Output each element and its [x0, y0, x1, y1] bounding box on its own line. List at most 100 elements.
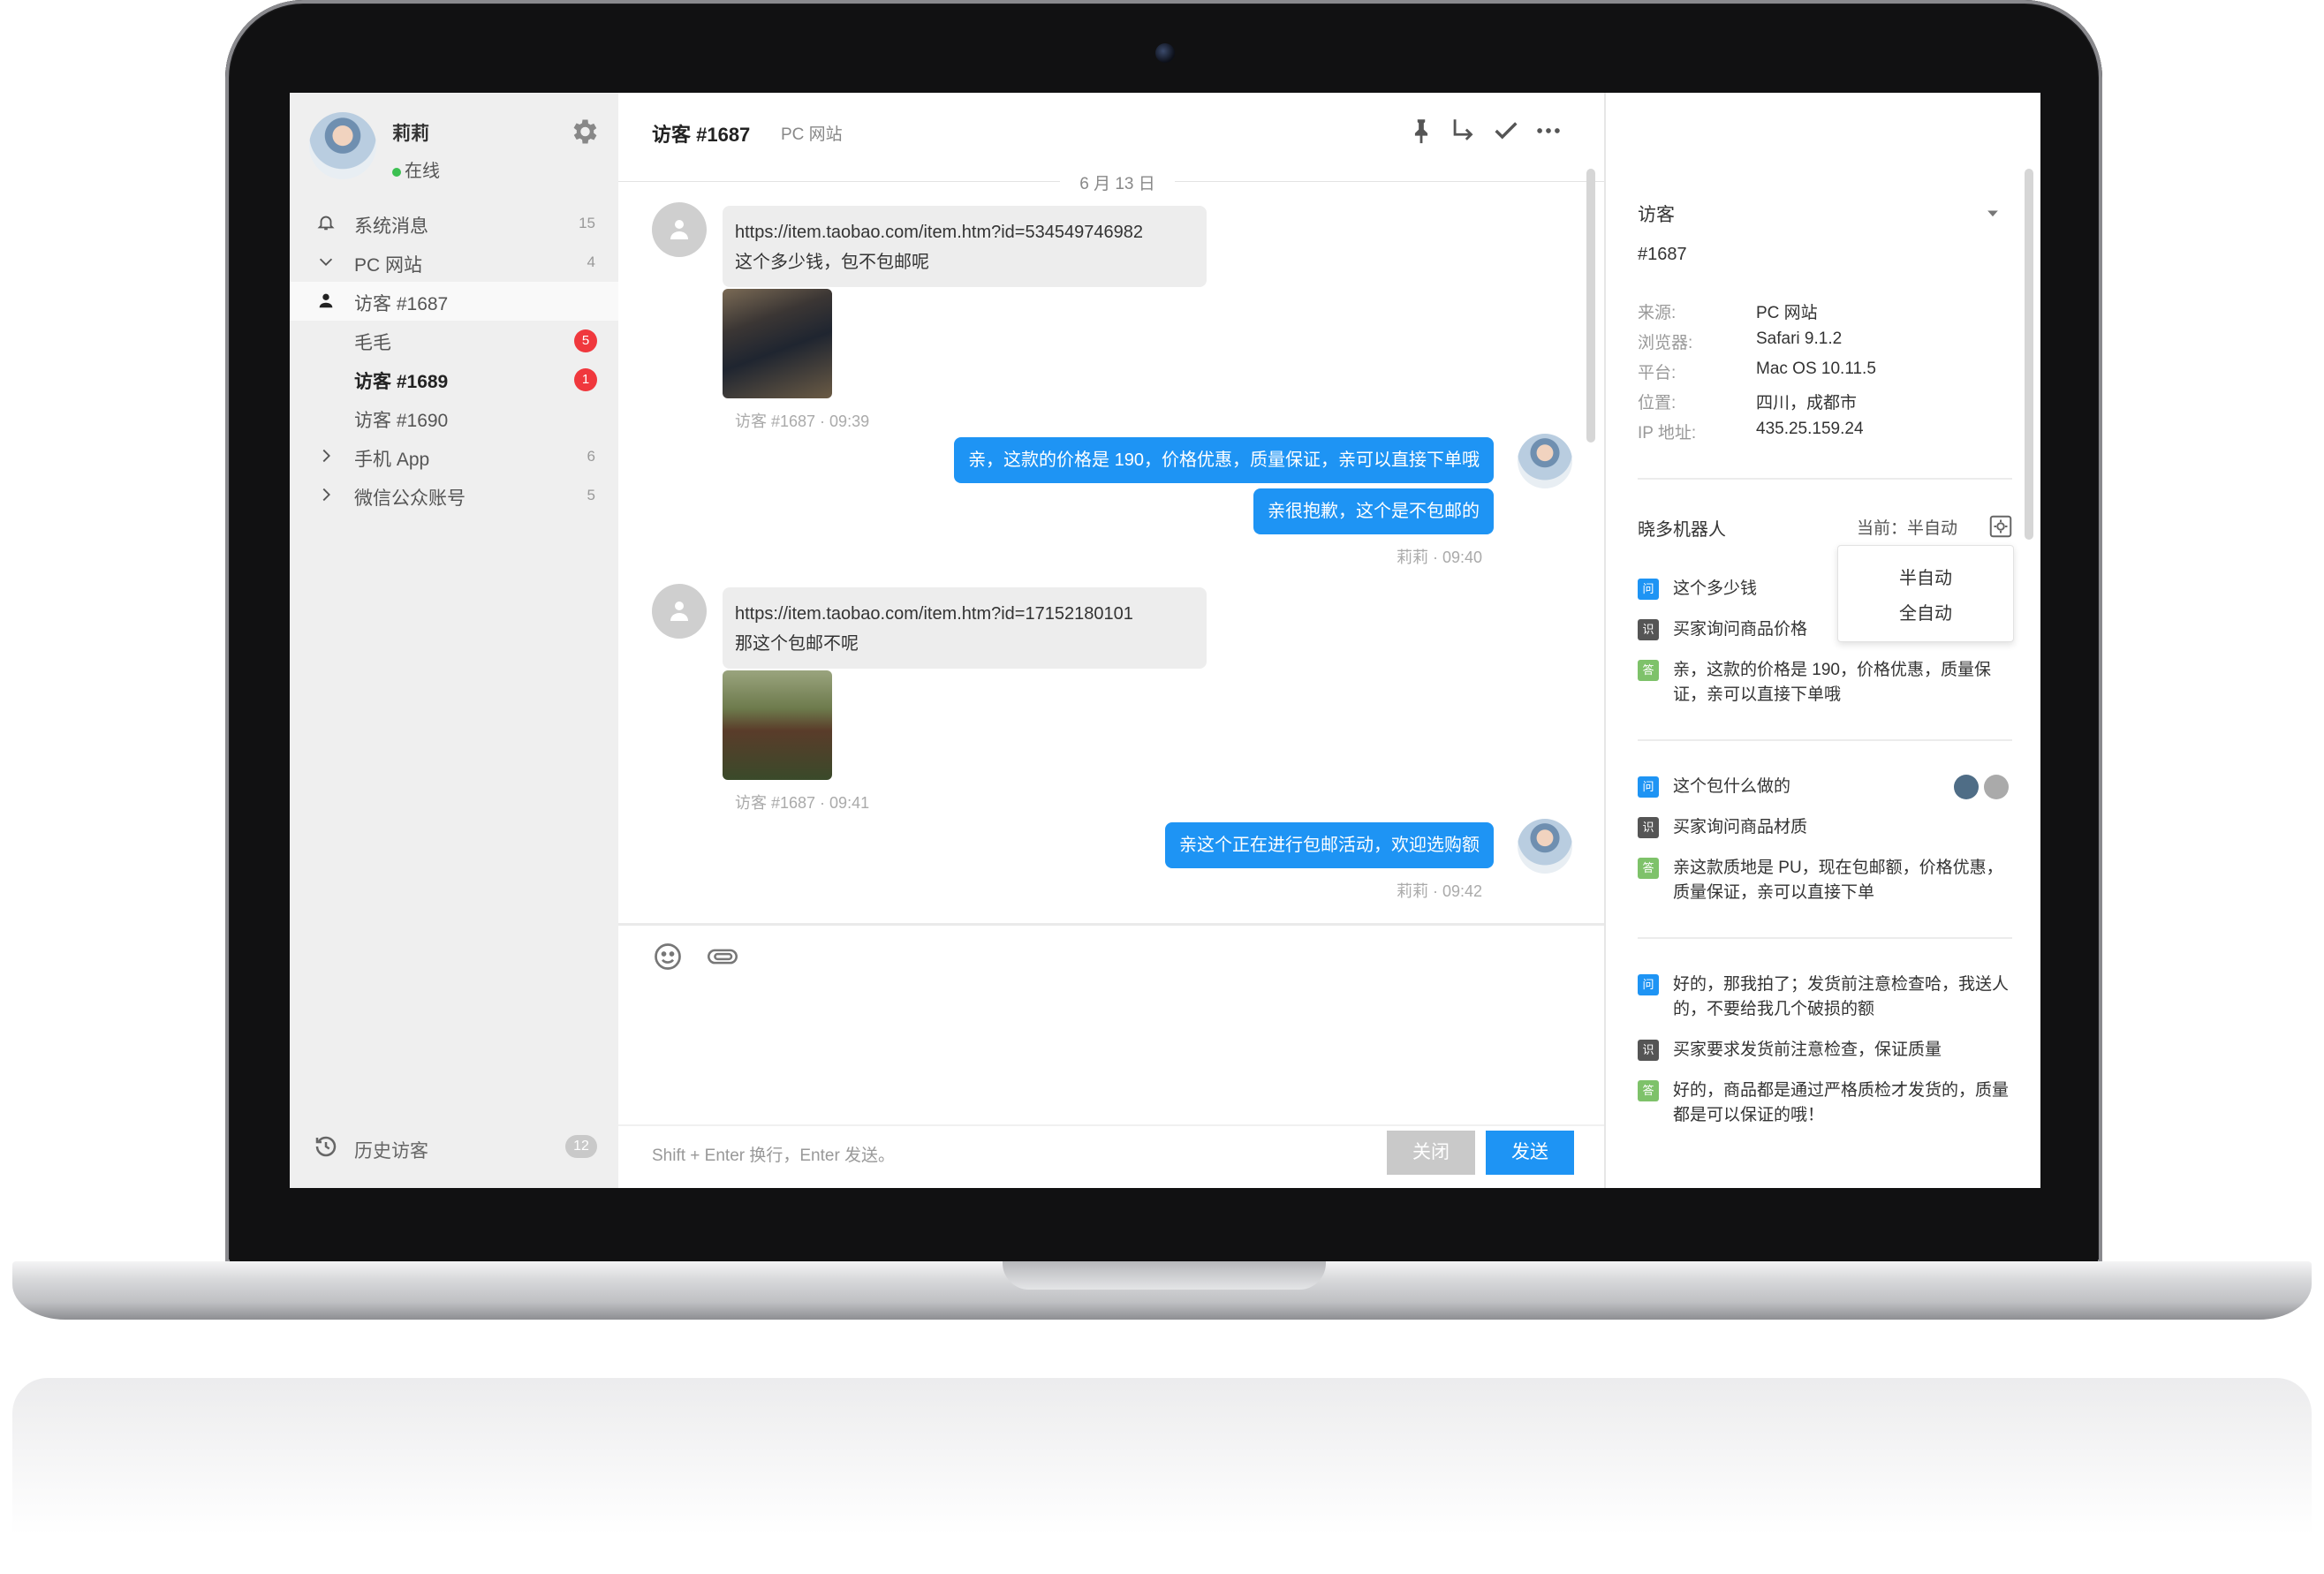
answer-tag: 答 — [1638, 660, 1659, 681]
sidebar: 莉莉 在线 系统消息 15 PC 网站 4 访客 #1687 毛毛 5 访客 #… — [290, 93, 618, 1188]
unread-badge: 1 — [574, 368, 597, 391]
question-tag: 问 — [1638, 579, 1659, 600]
message-meta: 莉莉 · 09:42 — [1396, 882, 1482, 900]
robot-title: 晓多机器人 — [1638, 520, 1726, 540]
sidebar-item-label: 毛毛 — [354, 333, 391, 353]
qa-text: 好的，商品都是通过严格质检才发货的，质量都是可以保证的哦！ — [1673, 1081, 2010, 1124]
forward-icon[interactable] — [1449, 116, 1479, 146]
sidebar-item-system-messages[interactable]: 系统消息 15 — [290, 204, 618, 243]
message-link[interactable]: https://item.taobao.com/item.htm?id=5345… — [735, 217, 1194, 247]
qa-answer[interactable]: 答 亲这款质地是 PU，现在包邮额，价格优惠，质量保证，亲可以直接下单 — [1638, 856, 2017, 905]
product-image[interactable] — [723, 670, 832, 780]
sidebar-item-visitor-1689[interactable]: 访客 #1689 1 — [290, 359, 618, 398]
mode-option-semi-auto[interactable]: 半自动 — [1838, 564, 2013, 589]
message-text: 这个多少钱，包不包邮呢 — [735, 253, 929, 272]
sidebar-item-label: 访客 #1689 — [354, 372, 449, 392]
sidebar-item-wechat[interactable]: 微信公众账号 5 — [290, 476, 618, 515]
section-divider — [1638, 478, 2012, 480]
field-key: 平台: — [1638, 364, 1677, 382]
chat-scrollbar[interactable] — [1586, 169, 1595, 443]
online-dot — [392, 167, 401, 177]
user-icon — [670, 220, 688, 239]
sidebar-item-maomao[interactable]: 毛毛 5 — [290, 321, 618, 359]
qa-answer[interactable]: 答 好的，商品都是通过严格质检才发货的，质量都是可以保证的哦！ — [1638, 1078, 2017, 1128]
unread-badge: 5 — [574, 329, 597, 352]
field-key: IP 地址: — [1638, 424, 1697, 443]
date-divider: 6 月 13 日 — [618, 169, 1604, 195]
sidebar-item-visitor-1690[interactable]: 访客 #1690 — [290, 398, 618, 437]
avatar[interactable] — [309, 112, 376, 179]
answer-tag: 答 — [1638, 1080, 1659, 1101]
outgoing-message: 亲，这款的价格是 190，价格优惠，质量保证，亲可以直接下单哦 — [954, 437, 1494, 483]
qa-text: 亲，这款的价格是 190，价格优惠，质量保证，亲可以直接下单哦 — [1673, 661, 1991, 704]
outgoing-message: 亲很抱歉，这个是不包邮的 — [1253, 488, 1494, 534]
chat-title: 访客 #1687 — [652, 124, 751, 146]
date-label: 6 月 13 日 — [1060, 170, 1175, 194]
chevron-right-icon — [322, 449, 330, 463]
close-button[interactable]: 关闭 — [1387, 1131, 1475, 1175]
app-window: 莉莉 在线 系统消息 15 PC 网站 4 访客 #1687 毛毛 5 访客 #… — [290, 93, 2040, 1188]
message-text: 那这个包邮不呢 — [735, 634, 859, 654]
item-count: 6 — [587, 448, 595, 465]
sidebar-item-label: 微信公众账号 — [354, 488, 466, 509]
agent-name: 莉莉 — [392, 124, 429, 144]
sidebar-item-visitor-1687[interactable]: 访客 #1687 — [290, 282, 618, 321]
visitor-section-title: 访客 — [1638, 205, 1675, 225]
sidebar-item-pc-site[interactable]: PC 网站 4 — [290, 243, 618, 282]
message-link[interactable]: https://item.taobao.com/item.htm?id=1715… — [735, 599, 1194, 629]
question-tag: 问 — [1638, 776, 1659, 798]
qa-text: 亲这款质地是 PU，现在包邮额，价格优惠，质量保证，亲可以直接下单 — [1673, 859, 2003, 902]
intent-tag: 识 — [1638, 619, 1659, 640]
emoji-icon[interactable] — [652, 941, 684, 972]
mode-option-full-auto[interactable]: 全自动 — [1838, 599, 2013, 624]
section-divider — [1638, 937, 2012, 939]
field-key: 浏览器: — [1638, 334, 1693, 352]
qa-intent: 识 买家要求发货前注意检查，保证质量 — [1638, 1038, 2017, 1063]
composer-footer-rule — [618, 1124, 1604, 1126]
product-action-icon[interactable] — [1954, 775, 1979, 799]
agent-avatar — [1518, 819, 1572, 874]
intent-tag: 识 — [1638, 1040, 1659, 1061]
user-icon — [670, 602, 688, 621]
check-icon[interactable] — [1491, 116, 1521, 146]
product-image[interactable] — [723, 289, 832, 398]
camera — [1155, 43, 1175, 63]
field-value: 435.25.159.24 — [1756, 420, 1864, 438]
sidebar-item-label: 系统消息 — [354, 216, 428, 237]
attach-icon[interactable] — [705, 941, 740, 972]
field-value: Mac OS 10.11.5 — [1756, 359, 1876, 378]
qa-text: 买家询问商品材质 — [1673, 818, 1808, 836]
history-visitors-button[interactable]: 历史访客 12 — [290, 1126, 618, 1169]
answer-tag: 答 — [1638, 858, 1659, 879]
settings-icon[interactable] — [1987, 513, 2014, 540]
qa-answer[interactable]: 答 亲，这款的价格是 190，价格优惠，质量保证，亲可以直接下单哦 — [1638, 658, 2017, 708]
more-icon[interactable] — [1533, 116, 1563, 146]
field-value: Safari 9.1.2 — [1756, 329, 1843, 348]
question-tag: 问 — [1638, 974, 1659, 995]
incoming-message: https://item.taobao.com/item.htm?id=1715… — [723, 587, 1207, 669]
action-icon[interactable] — [1984, 775, 2009, 799]
item-count: 4 — [587, 254, 595, 270]
sidebar-item-label: 手机 App — [354, 450, 430, 470]
chat-header: 访客 #1687 PC 网站 — [618, 93, 1604, 169]
sidebar-item-label: 访客 #1687 — [354, 294, 449, 314]
sidebar-item-label: PC 网站 — [354, 255, 423, 276]
chevron-right-icon — [322, 488, 330, 502]
sidebar-item-mobile-app[interactable]: 手机 App 6 — [290, 437, 618, 476]
field-key: 位置: — [1638, 394, 1677, 412]
status-label: 在线 — [405, 162, 440, 181]
visitor-avatar — [652, 202, 707, 257]
sidebar-item-label: 访客 #1690 — [354, 411, 449, 431]
field-key: 来源: — [1638, 304, 1677, 322]
panel-scrollbar[interactable] — [2025, 169, 2033, 540]
chat-pane: 访客 #1687 PC 网站 6 月 13 日 https://item.tao… — [618, 93, 1604, 1188]
chat-source: PC 网站 — [781, 125, 843, 144]
caret-down-icon[interactable] — [1984, 204, 2002, 222]
robot-mode[interactable]: 当前：半自动 — [1857, 515, 1957, 539]
gear-icon[interactable] — [568, 116, 600, 148]
pin-icon[interactable] — [1406, 116, 1436, 146]
user-icon — [319, 293, 333, 308]
send-button[interactable]: 发送 — [1486, 1131, 1574, 1175]
outgoing-message: 亲这个正在进行包邮活动，欢迎选购额 — [1165, 822, 1494, 868]
agent-avatar — [1518, 434, 1572, 488]
